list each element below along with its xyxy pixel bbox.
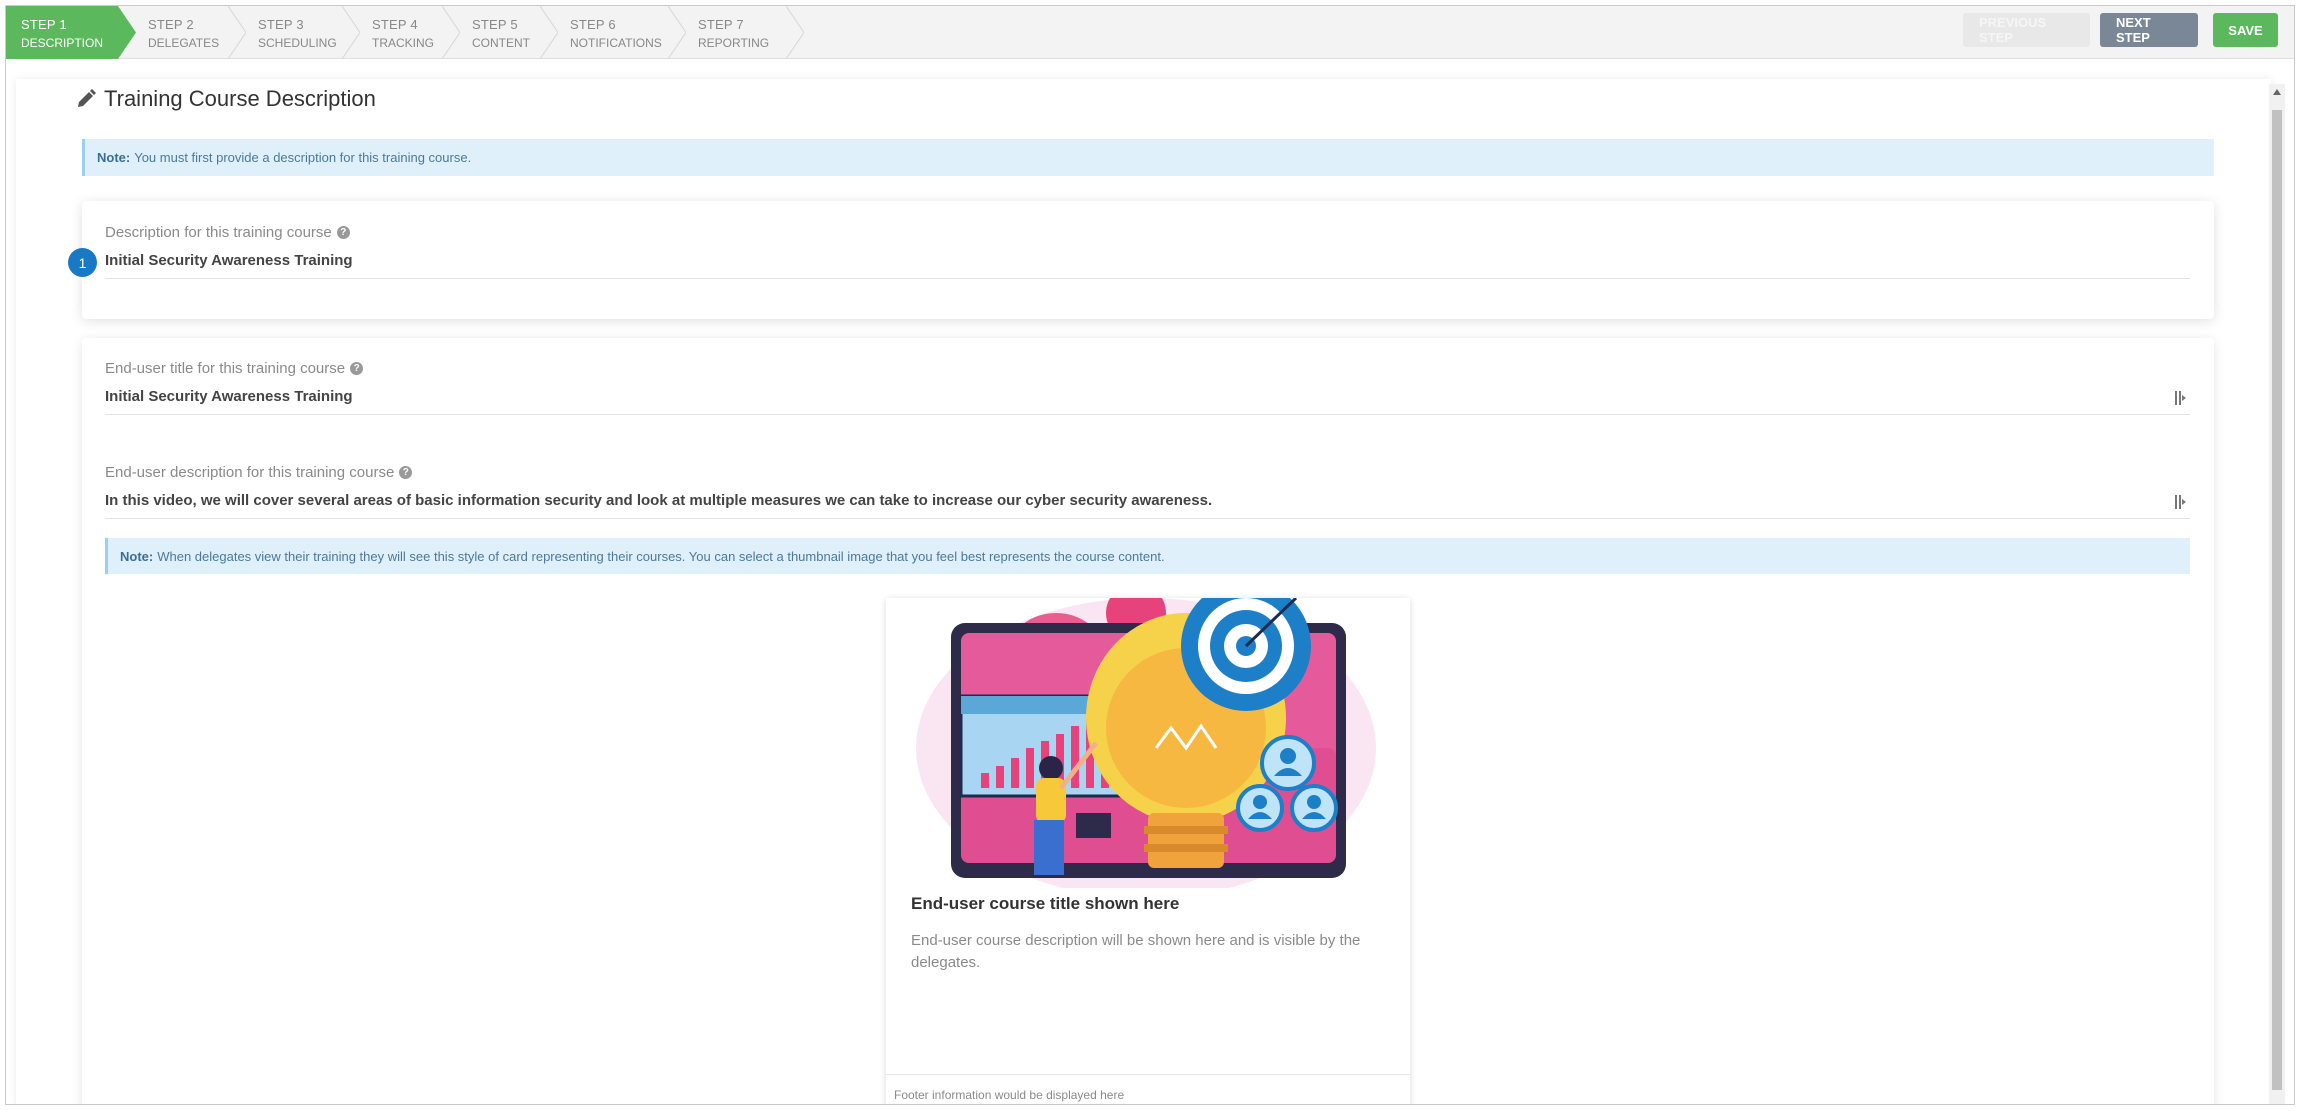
- insert-variable-icon[interactable]: [2174, 390, 2188, 406]
- step-number: STEP 3: [258, 17, 304, 32]
- note-text: You must first provide a description for…: [134, 150, 472, 165]
- card-preview-note: Note: When delegates view their training…: [105, 538, 2190, 574]
- enduser-title-input[interactable]: Initial Security Awareness Training: [105, 388, 353, 405]
- preview-card-description: End-user course description will be show…: [911, 932, 1361, 971]
- scrollbar-thumb[interactable]: [2272, 110, 2282, 1090]
- vertical-scrollbar[interactable]: [2269, 84, 2285, 1104]
- app-window: STEP 1 DESCRIPTION STEP 2 DELEGATES STEP…: [5, 5, 2295, 1105]
- step-label: TRACKING: [372, 36, 435, 50]
- wizard-steps: STEP 1 DESCRIPTION STEP 2 DELEGATES STEP…: [6, 6, 804, 59]
- step-arrow: [228, 6, 246, 59]
- step-label: DESCRIPTION: [21, 36, 104, 50]
- note-bold-label: Note:: [120, 548, 154, 564]
- course-preview-card[interactable]: End-user course title shown here End-use…: [886, 598, 1410, 1104]
- help-icon[interactable]: ?: [399, 466, 413, 479]
- preview-card-footer: Footer information would be displayed he…: [894, 1088, 1125, 1102]
- step-number: STEP 4: [372, 17, 418, 32]
- step-badge: 1: [68, 248, 97, 277]
- scroll-up-arrow-icon[interactable]: [2273, 89, 2281, 95]
- step-label: REPORTING: [698, 36, 770, 50]
- step-label: DELEGATES: [148, 36, 220, 50]
- insert-variable-icon[interactable]: [2174, 494, 2188, 510]
- wizard-step-notifications[interactable]: STEP 6 NOTIFICATIONS: [540, 6, 686, 59]
- step-number: STEP 6: [570, 17, 616, 32]
- help-icon[interactable]: ?: [350, 362, 364, 375]
- page-title-row: Training Course Description: [76, 86, 376, 112]
- description-note: Note: You must first provide a descripti…: [82, 139, 2214, 176]
- description-label-text: Description for this training course: [105, 224, 332, 241]
- step-arrow: [342, 6, 360, 59]
- description-input[interactable]: Initial Security Awareness Training: [105, 252, 353, 269]
- note-bold-label: Note:: [97, 150, 131, 165]
- previous-step-button[interactable]: PREVIOUS STEP: [1963, 13, 2090, 47]
- step-arrow: [442, 6, 460, 59]
- next-step-button[interactable]: NEXT STEP: [2100, 13, 2198, 47]
- enduser-desc-input[interactable]: In this video, we will cover several are…: [105, 492, 1212, 509]
- step-number: STEP 5: [472, 17, 518, 32]
- step-number: STEP 7: [698, 17, 744, 32]
- description-input-underline: [105, 278, 2190, 279]
- step-arrow: [118, 6, 136, 59]
- step-label: CONTENT: [472, 36, 530, 50]
- step-label: NOTIFICATIONS: [570, 36, 662, 50]
- enduser-desc-label-text: End-user description for this training c…: [105, 464, 395, 481]
- description-label: Description for this training course ?: [105, 224, 350, 241]
- enduser-title-underline: [105, 414, 2190, 415]
- preview-card-divider: [886, 1074, 1410, 1075]
- preview-card-title: End-user course title shown here: [911, 894, 1180, 913]
- step-number: STEP 2: [148, 17, 194, 32]
- page-title: Training Course Description: [104, 86, 376, 111]
- step-label: SCHEDULING: [258, 36, 337, 50]
- description-card: [82, 201, 2214, 319]
- wizard-bar: STEP 1 DESCRIPTION STEP 2 DELEGATES STEP…: [6, 6, 2294, 59]
- enduser-desc-label: End-user description for this training c…: [105, 464, 413, 481]
- wizard-step-description[interactable]: STEP 1 DESCRIPTION: [6, 6, 136, 59]
- enduser-title-label: End-user title for this training course …: [105, 360, 364, 377]
- enduser-title-label-text: End-user title for this training course: [105, 360, 346, 377]
- course-thumbnail-image[interactable]: [886, 598, 1410, 888]
- help-icon[interactable]: ?: [336, 226, 350, 239]
- enduser-desc-underline: [105, 518, 2190, 519]
- note-text: When delegates view their training they …: [157, 548, 1165, 564]
- pencil-icon: [78, 89, 96, 107]
- step-number: STEP 1: [21, 17, 67, 32]
- step-arrow: [668, 6, 686, 59]
- step-arrow: [786, 6, 804, 59]
- step-arrow: [540, 6, 558, 59]
- save-button[interactable]: SAVE: [2213, 13, 2278, 47]
